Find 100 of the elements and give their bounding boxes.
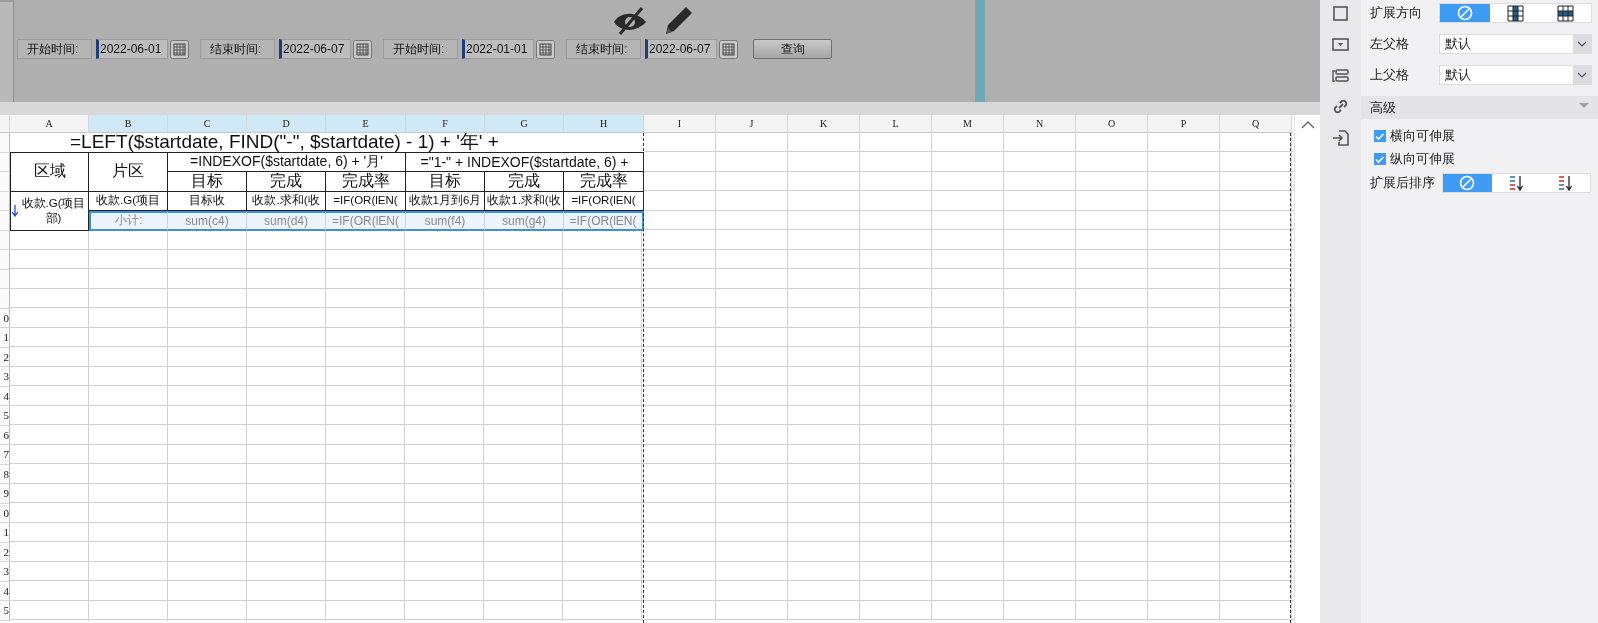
column-header[interactable]: E bbox=[326, 115, 406, 133]
row-header[interactable]: 2 bbox=[0, 542, 10, 562]
row-header[interactable]: 9 bbox=[0, 484, 10, 504]
formula-cell[interactable]: ="1-" + INDEXOF($startdate, 6) + bbox=[406, 152, 644, 172]
calendar-icon[interactable] bbox=[353, 39, 372, 59]
header-cell[interactable]: 完成率 bbox=[564, 172, 644, 192]
column-header[interactable]: H bbox=[564, 115, 644, 133]
column-header[interactable]: M bbox=[932, 115, 1004, 133]
column-header[interactable]: K bbox=[788, 115, 860, 133]
data-cell[interactable]: 收款.求和(收 bbox=[247, 191, 326, 211]
column-header[interactable]: J bbox=[716, 115, 788, 133]
calendar-icon[interactable] bbox=[719, 39, 738, 59]
row-header[interactable] bbox=[0, 269, 10, 289]
column-header[interactable]: Q bbox=[1220, 115, 1292, 133]
scroll-up-icon[interactable] bbox=[1300, 121, 1315, 130]
row-header[interactable]: 4 bbox=[0, 386, 10, 406]
row-header[interactable] bbox=[0, 172, 10, 192]
row-header[interactable] bbox=[0, 191, 10, 211]
segmented-control[interactable] bbox=[1439, 3, 1592, 23]
link-icon[interactable] bbox=[1332, 98, 1349, 115]
header-cell[interactable]: 目标 bbox=[406, 172, 485, 192]
grid-column-icon bbox=[1507, 4, 1524, 22]
header-cell[interactable]: 完成 bbox=[247, 172, 326, 192]
data-cell[interactable]: =IF(OR(lEN( bbox=[326, 191, 406, 211]
row-header[interactable]: 5 bbox=[0, 406, 10, 426]
column-header[interactable]: A bbox=[10, 115, 89, 133]
field-label: 结束时间: bbox=[566, 39, 641, 59]
dropdown-value: 默认 bbox=[1444, 35, 1472, 53]
date-field[interactable]: 2022-06-01 bbox=[96, 39, 168, 59]
column-header[interactable]: D bbox=[247, 115, 326, 133]
cell-text: 收款.G(项目部) bbox=[20, 195, 87, 226]
header-cell[interactable]: 完成率 bbox=[326, 172, 406, 192]
field-label: 扩展方向 bbox=[1370, 4, 1423, 22]
row-header[interactable]: 6 bbox=[0, 425, 10, 445]
data-cell[interactable]: 收款.G(项目部) bbox=[10, 191, 89, 231]
row-header[interactable] bbox=[0, 152, 10, 172]
hidden-eye-icon[interactable] bbox=[612, 4, 648, 36]
dropdown[interactable]: 默认 bbox=[1439, 65, 1592, 85]
checkbox-label[interactable]: 横向可伸展 bbox=[1390, 127, 1455, 145]
column-header[interactable]: B bbox=[89, 115, 168, 133]
formula-cell[interactable]: =INDEXOF($startdate, 6) + '月' bbox=[168, 152, 406, 172]
data-cell[interactable]: 收款1.求和(收 bbox=[485, 191, 564, 211]
checkbox-label[interactable]: 纵向可伸展 bbox=[1390, 150, 1455, 168]
header-cell[interactable]: 区域 bbox=[10, 152, 89, 192]
data-cell[interactable]: 目标收 bbox=[168, 191, 247, 211]
checkbox[interactable] bbox=[1374, 130, 1386, 142]
column-header[interactable]: I bbox=[644, 115, 716, 133]
import-icon[interactable] bbox=[1332, 129, 1349, 146]
row-header[interactable]: 7 bbox=[0, 445, 10, 465]
dropdown[interactable]: 默认 bbox=[1439, 34, 1592, 54]
data-cell[interactable]: 收款1月到6月 bbox=[406, 191, 485, 211]
segmented-control[interactable] bbox=[1442, 173, 1591, 193]
calendar-icon[interactable] bbox=[536, 39, 555, 59]
column-header[interactable]: C bbox=[168, 115, 247, 133]
row-header[interactable]: 3 bbox=[0, 367, 10, 387]
date-field[interactable]: 2022-01-01 bbox=[462, 39, 534, 59]
date-field[interactable]: 2022-06-07 bbox=[279, 39, 351, 59]
row-header[interactable]: 2 bbox=[0, 347, 10, 367]
field-label: 开始时间: bbox=[17, 39, 92, 59]
data-cell[interactable]: 收款.G(项目 bbox=[89, 191, 168, 211]
sort-descending-icon bbox=[1557, 174, 1574, 192]
column-header[interactable]: O bbox=[1076, 115, 1148, 133]
row-header[interactable]: 1 bbox=[0, 523, 10, 543]
row-header[interactable]: 4 bbox=[0, 581, 10, 601]
row-header[interactable] bbox=[0, 230, 10, 250]
calendar-icon[interactable] bbox=[170, 39, 189, 59]
row-header[interactable] bbox=[0, 211, 10, 231]
row-header[interactable] bbox=[0, 289, 10, 309]
field-label: 上父格 bbox=[1370, 66, 1410, 84]
row-header[interactable]: 5 bbox=[0, 601, 10, 621]
row-header[interactable] bbox=[0, 133, 10, 153]
title-formula[interactable]: =LEFT($startdate, FIND("-", $startdate) - 1) + '年' + bbox=[10, 133, 644, 153]
column-header[interactable]: P bbox=[1148, 115, 1220, 133]
header-cell[interactable]: 片区 bbox=[89, 152, 168, 192]
dropdown-box-icon[interactable] bbox=[1332, 36, 1349, 53]
column-header[interactable]: L bbox=[860, 115, 932, 133]
data-cell[interactable]: =IF(OR(lEN( bbox=[564, 191, 644, 211]
row-header[interactable]: 0 bbox=[0, 503, 10, 523]
header-cell[interactable]: 完成 bbox=[485, 172, 564, 192]
row-header[interactable]: 0 bbox=[0, 308, 10, 328]
column-header[interactable]: G bbox=[485, 115, 564, 133]
layout-bars-icon[interactable] bbox=[1332, 67, 1349, 84]
checkbox[interactable] bbox=[1374, 153, 1386, 165]
field-label: 开始时间: bbox=[383, 39, 458, 59]
sort-ascending-icon bbox=[1508, 174, 1525, 192]
row-header[interactable]: 3 bbox=[0, 562, 10, 582]
header-cell[interactable]: 目标 bbox=[168, 172, 247, 192]
cell-frame-icon[interactable] bbox=[1332, 5, 1349, 22]
field-label: 扩展后排序 bbox=[1370, 174, 1436, 192]
section-header[interactable]: 高级 bbox=[1361, 96, 1598, 119]
no-expand-icon bbox=[1456, 4, 1474, 22]
row-header[interactable] bbox=[0, 250, 10, 270]
row-header[interactable]: 8 bbox=[0, 464, 10, 484]
field-label: 左父格 bbox=[1370, 35, 1410, 53]
date-field[interactable]: 2022-06-07 bbox=[645, 39, 717, 59]
column-header[interactable]: N bbox=[1004, 115, 1076, 133]
grid-row-icon bbox=[1557, 4, 1575, 22]
row-header[interactable]: 1 bbox=[0, 328, 10, 348]
column-header[interactable]: F bbox=[406, 115, 485, 133]
query-button[interactable]: 查询 bbox=[753, 39, 832, 59]
